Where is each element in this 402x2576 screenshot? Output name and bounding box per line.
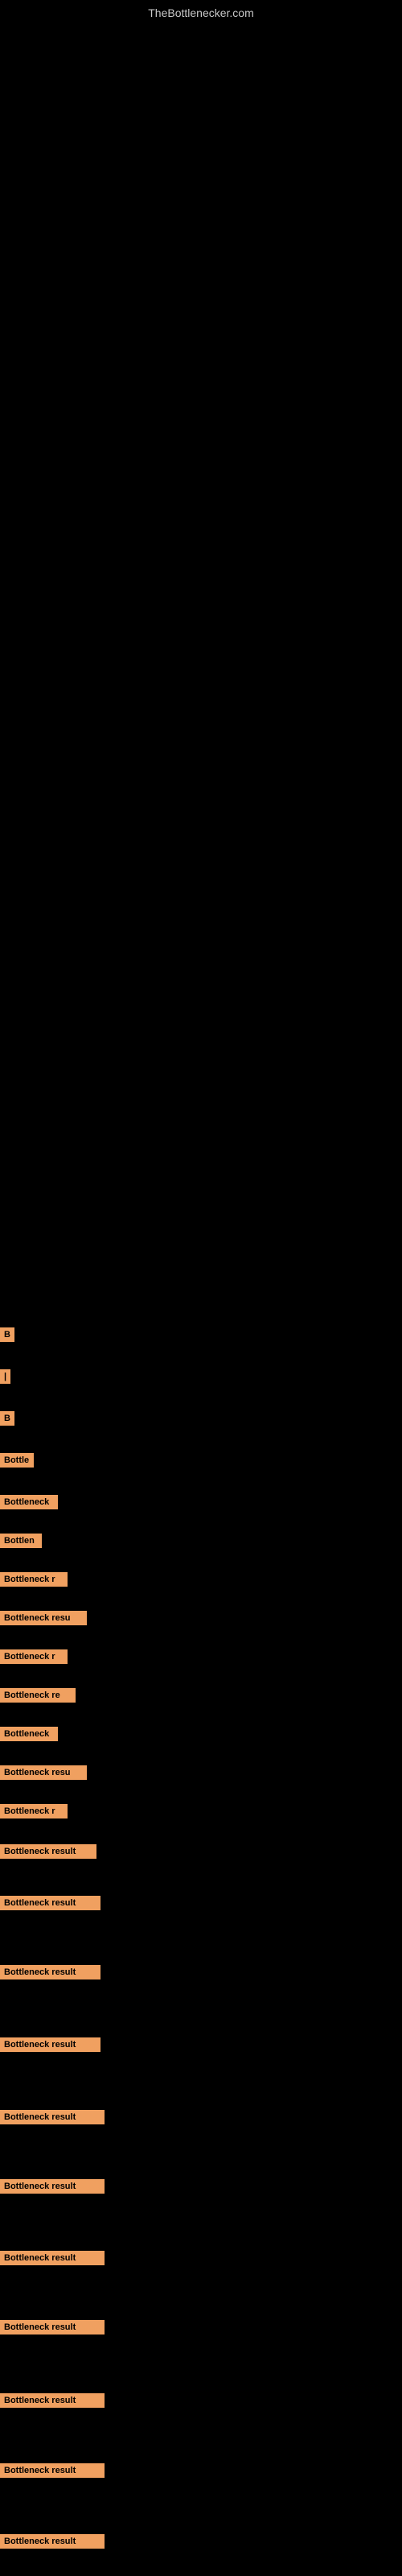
bottleneck-item: Bottleneck resu [0,1765,87,1780]
bottleneck-label: Bottleneck result [0,1896,100,1910]
bottleneck-item: Bottleneck result [0,2319,105,2334]
bottleneck-label: Bottleneck result [0,2534,105,2549]
bottleneck-label: Bottleneck result [0,1965,100,1979]
bottleneck-label: B [0,1327,14,1342]
bottleneck-label: Bottleneck result [0,2393,105,2408]
bottleneck-label: Bottle [0,1453,34,1468]
bottleneck-label: Bottleneck re [0,1688,76,1703]
bottleneck-item: Bottleneck resu [0,1610,87,1625]
bottleneck-item: Bottleneck r [0,1571,68,1587]
bottleneck-item: Bottleneck result [0,1895,100,1910]
bottleneck-item: Bottleneck r [0,1803,68,1818]
bottleneck-item: B [0,1327,14,1342]
bottleneck-item: Bottleneck result [0,2250,105,2265]
bottleneck-item: Bottleneck result [0,1843,96,1859]
bottleneck-item: Bottleneck result [0,2462,105,2478]
bottleneck-label: Bottleneck result [0,2110,105,2124]
bottleneck-label: Bottleneck r [0,1804,68,1818]
bottleneck-label: Bottleneck result [0,1844,96,1859]
bottleneck-label: Bottlen [0,1534,42,1548]
bottleneck-label: Bottleneck result [0,2463,105,2478]
bottleneck-label: B [0,1411,14,1426]
bottleneck-label: Bottleneck result [0,2037,100,2052]
bottleneck-label: Bottleneck r [0,1649,68,1664]
bottleneck-label: Bottleneck result [0,2320,105,2334]
bottleneck-item: Bottlen [0,1533,42,1548]
bottleneck-item: Bottleneck result [0,2533,105,2549]
bottleneck-label: Bottleneck resu [0,1765,87,1780]
bottleneck-item: Bottleneck result [0,2109,105,2124]
bottleneck-item: Bottleneck result [0,1964,100,1979]
bottleneck-item: Bottleneck result [0,2037,100,2052]
site-title: TheBottlenecker.com [148,6,254,19]
bottleneck-label: Bottleneck r [0,1572,68,1587]
bottleneck-label: Bottleneck [0,1727,58,1741]
bottleneck-item: | [0,1368,10,1384]
bottleneck-item: Bottleneck [0,1494,58,1509]
bottleneck-label: | [0,1369,10,1384]
bottleneck-item: Bottle [0,1452,34,1468]
bottleneck-item: Bottleneck result [0,2178,105,2194]
bottleneck-item: Bottleneck [0,1726,58,1741]
bottleneck-item: Bottleneck result [0,2392,105,2408]
bottleneck-label: Bottleneck [0,1495,58,1509]
bottleneck-label: Bottleneck result [0,2251,105,2265]
bottleneck-item: Bottleneck r [0,1649,68,1664]
bottleneck-item: B [0,1410,14,1426]
bottleneck-label: Bottleneck resu [0,1611,87,1625]
bottleneck-label: Bottleneck result [0,2179,105,2194]
bottleneck-item: Bottleneck re [0,1687,76,1703]
